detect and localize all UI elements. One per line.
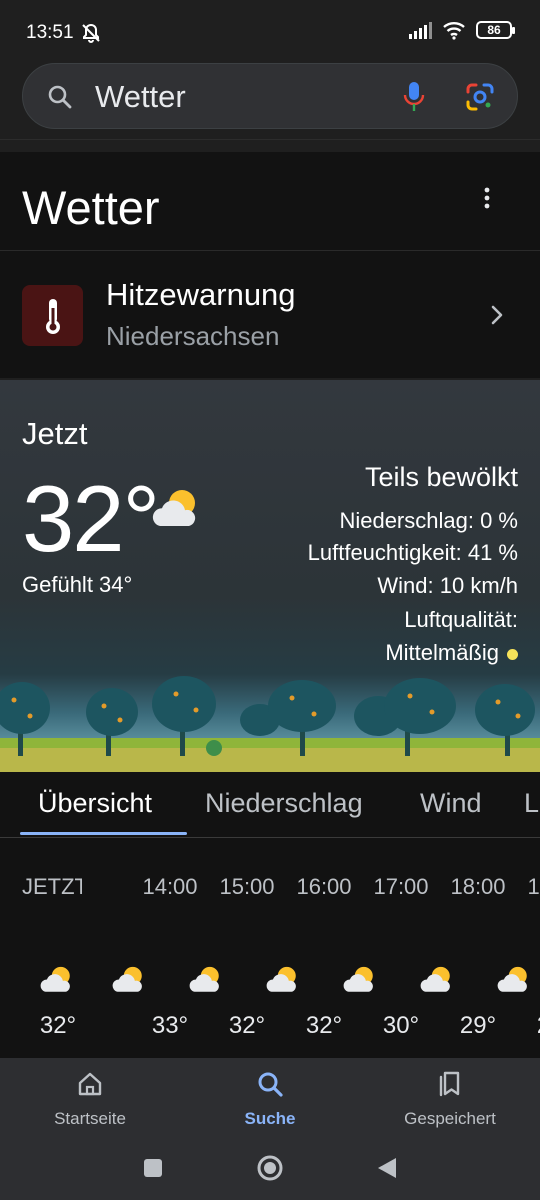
search-input[interactable]: Wetter	[95, 79, 186, 115]
home-button-icon[interactable]	[256, 1154, 284, 1182]
page-title: Wetter	[22, 181, 160, 234]
nav-search[interactable]: Suche	[180, 1070, 360, 1129]
nav-saved-label: Gespeichert	[404, 1109, 496, 1128]
search-icon	[258, 1072, 283, 1097]
precipitation: Niederschlag: 0 %	[339, 508, 518, 533]
partly-cloudy-icon	[189, 966, 219, 992]
chevron-right-icon	[491, 305, 503, 325]
wind: Wind: 10 km/h	[377, 573, 518, 598]
status-icons: 86	[408, 20, 515, 40]
nav-home-label: Startseite	[54, 1109, 126, 1128]
nav-home[interactable]: Startseite	[0, 1070, 180, 1129]
hour-temp: 32°	[39, 1012, 77, 1039]
weather-tabs: Übersicht Niederschlag Wind L	[0, 772, 540, 838]
bookmarks-icon	[439, 1071, 460, 1097]
warning-region: Niedersachsen	[106, 321, 280, 351]
tab-overview[interactable]: Übersicht	[38, 788, 152, 819]
air-quality-value: Mittelmäßig	[385, 640, 499, 665]
hour-time: 19:00	[527, 874, 540, 899]
partly-cloudy-icon	[40, 966, 70, 992]
partly-cloudy-icon	[266, 966, 296, 992]
partly-cloudy-icon	[343, 966, 373, 992]
tab-precipitation[interactable]: Niederschlag	[205, 788, 363, 819]
system-navigation	[0, 1142, 540, 1200]
search-bar[interactable]: Wetter	[22, 63, 518, 129]
tab-wind[interactable]: Wind	[420, 788, 482, 819]
partly-cloudy-icon	[152, 490, 196, 526]
hour-time: 15:00	[219, 874, 275, 899]
status-time: 13:51	[26, 22, 74, 43]
divider	[0, 139, 540, 151]
partly-cloudy-icon	[420, 966, 450, 992]
hour-temp: 33°	[151, 1012, 189, 1039]
warning-title: Hitzewarnung	[106, 277, 296, 312]
tab-partial[interactable]: L	[524, 788, 539, 819]
mute-bell-icon	[82, 23, 100, 43]
microphone-icon[interactable]	[401, 80, 427, 114]
landscape-illustration	[0, 676, 540, 772]
status-bar: 13:51 86	[0, 0, 540, 64]
hour-temp: 32°	[228, 1012, 266, 1039]
now-label: Jetzt	[22, 416, 88, 451]
battery-indicator: 86	[476, 21, 515, 39]
recents-icon[interactable]	[143, 1158, 163, 1178]
search-icon	[48, 85, 72, 109]
google-lens-icon[interactable]	[465, 82, 495, 112]
title-card: Wetter	[0, 152, 540, 250]
air-quality-label: Luftqualität:	[404, 607, 518, 632]
signal-icon	[409, 22, 432, 39]
nav-search-label: Suche	[244, 1109, 296, 1128]
hour-temp: 32°	[305, 1012, 343, 1039]
hour-temp: 29°	[459, 1012, 497, 1039]
current-weather-card: Jetzt 32° Gefühlt 34° Teils bewölkt Nied…	[0, 380, 540, 772]
air-quality-dot	[507, 648, 518, 660]
hour-time: 16:00	[296, 874, 352, 899]
wifi-icon	[443, 22, 465, 40]
hour-time: 18:00	[450, 874, 506, 899]
partly-cloudy-icon	[112, 966, 142, 992]
humidity: Luftfeuchtigkeit: 41 %	[307, 540, 518, 565]
condition: Teils bewölkt	[364, 462, 518, 492]
home-icon	[78, 1072, 102, 1096]
hour-time: 17:00	[373, 874, 429, 899]
hour-time: 14:00	[142, 874, 198, 899]
heat-warning-row[interactable]: Hitzewarnung Niedersachsen	[0, 250, 540, 378]
more-options-icon[interactable]	[478, 186, 496, 212]
feels-like: Gefühlt 34°	[22, 572, 133, 597]
hour-time: JETZT	[22, 874, 82, 899]
thermometer-icon	[22, 285, 83, 346]
nav-saved[interactable]: Gespeichert	[360, 1070, 540, 1129]
active-tab-indicator	[20, 832, 187, 835]
hourly-forecast[interactable]: JETZT 32° 14:00 33° 15:00 32° 16:00 32° …	[0, 838, 540, 1058]
bottom-navigation: Startseite Suche Gespeichert	[0, 1058, 540, 1142]
air-quality: Mittelmäßig	[385, 640, 518, 666]
back-icon[interactable]	[376, 1156, 398, 1180]
partly-cloudy-icon	[497, 966, 527, 992]
hour-temp: 30°	[382, 1012, 420, 1039]
current-temperature: 32°	[22, 466, 160, 571]
hour-temp: 29°	[515, 1012, 540, 1040]
